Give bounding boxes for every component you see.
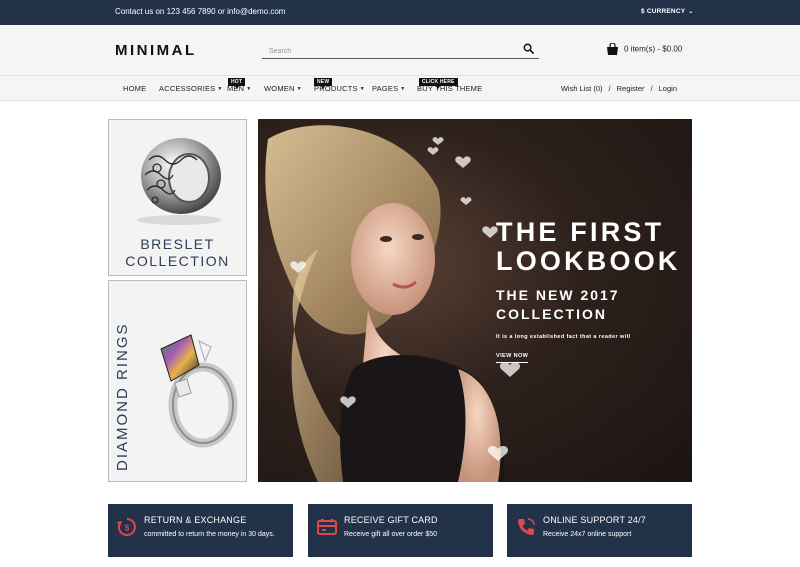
nav-item-label: WOMEN — [264, 84, 295, 93]
hot-badge: HOT — [228, 78, 246, 89]
feature-description: committed to return the money in 30 days… — [144, 531, 275, 538]
main-nav: HOME ACCESSORIES▼ HOT MEN▼ WOMEN▼ NEW PR… — [0, 75, 800, 101]
feature-title: RECEIVE GIFT CARD — [344, 515, 438, 525]
nav-item-home[interactable]: HOME — [123, 84, 146, 93]
currency-label: $ CURRENCY — [641, 8, 686, 15]
contact-info: Contact us on 123 456 7890 or info@demo.… — [115, 7, 286, 16]
nav-item-label: ACCESSORIES — [159, 84, 216, 93]
banner-sub-line2: COLLECTION — [496, 306, 607, 322]
nav-item-pages[interactable]: PAGES ▼ — [372, 84, 405, 93]
feature-title: ONLINE SUPPORT 24/7 — [543, 515, 647, 525]
login-link[interactable]: Login — [659, 84, 677, 93]
caret-down-icon: ▼ — [359, 86, 365, 93]
caret-down-icon: ▼ — [296, 86, 302, 93]
register-link[interactable]: Register — [617, 84, 645, 93]
phone-icon — [518, 518, 535, 535]
nav-item-label: HOME — [123, 84, 147, 93]
nav-item-products[interactable]: NEW PRODUCTS ▼ — [314, 78, 365, 93]
search-icon[interactable] — [523, 43, 534, 54]
return-icon: $ — [117, 518, 136, 536]
top-bar: Contact us on 123 456 7890 or info@demo.… — [0, 0, 800, 25]
separator: / — [650, 84, 653, 93]
cart-summary: 0 item(s) - $0.00 — [624, 44, 683, 54]
hero-banner[interactable]: THE FIRST LOOKBOOK THE NEW 2017 COLLECTI… — [258, 119, 692, 482]
bracelet-ring-image — [137, 138, 221, 225]
search-box — [262, 40, 539, 61]
banner-sub-line1: THE NEW 2017 — [496, 287, 620, 303]
bracelet-collection-card[interactable]: BRESLET COLLECTION — [108, 119, 247, 276]
cart-button[interactable]: 0 item(s) - $0.00 — [606, 43, 682, 55]
bracelet-title-line2: COLLECTION — [125, 253, 230, 269]
search-input[interactable] — [262, 42, 502, 61]
currency-dropdown[interactable]: $ CURRENCY ⌄ — [641, 8, 694, 15]
nav-item-accessories[interactable]: ACCESSORIES ▼ — [159, 84, 223, 93]
model-image — [265, 125, 521, 482]
caret-down-icon: ▼ — [246, 86, 252, 93]
account-links: Wish List (0) / Register / Login — [561, 84, 677, 93]
bracelet-title-line1: BRESLET — [140, 236, 215, 252]
diamond-rings-card[interactable]: DIAMOND RINGS — [108, 280, 247, 482]
separator: / — [608, 84, 611, 93]
banner-subheadline: THE NEW 2017 COLLECTION — [496, 286, 620, 324]
gift-card-icon — [317, 518, 337, 535]
banner-description: It is a long established fact that a rea… — [496, 334, 631, 340]
diamond-ring-image — [160, 334, 238, 448]
new-badge: NEW — [314, 78, 333, 89]
nav-item-women[interactable]: WOMEN ▼ — [264, 84, 302, 93]
bracelet-collection-title: BRESLET COLLECTION — [109, 236, 246, 270]
feature-online-support[interactable]: ONLINE SUPPORT 24/7 Receive 24x7 online … — [507, 504, 692, 557]
header: MINIMAL 0 item(s) - $0.00 — [0, 25, 800, 75]
feature-title: RETURN & EXCHANGE — [144, 515, 247, 525]
banner-headline: THE FIRST LOOKBOOK — [496, 218, 681, 276]
nav-item-men[interactable]: HOT MEN▼ — [227, 78, 252, 93]
feature-return-exchange[interactable]: $ RETURN & EXCHANGE committed to return … — [108, 504, 293, 557]
view-now-button[interactable]: VIEW NOW — [496, 353, 529, 363]
click-here-badge: CLICK HERE — [419, 78, 458, 89]
caret-down-icon: ▼ — [217, 86, 223, 93]
caret-down-icon: ▼ — [400, 86, 406, 93]
svg-text:$: $ — [125, 524, 130, 533]
banner-headline-line1: THE FIRST — [496, 217, 665, 247]
chevron-down-icon: ⌄ — [688, 9, 694, 15]
feature-description: Receive 24x7 online support — [543, 531, 632, 538]
banner-headline-line2: LOOKBOOK — [496, 246, 681, 276]
site-logo[interactable]: MINIMAL — [115, 42, 197, 59]
nav-item-label: PAGES — [372, 84, 399, 93]
feature-gift-card[interactable]: RECEIVE GIFT CARD Receive gift all over … — [308, 504, 493, 557]
nav-item-buy-theme[interactable]: CLICK HERE BUY THIS THEME — [417, 78, 482, 93]
wishlist-link[interactable]: Wish List (0) — [561, 84, 603, 93]
diamond-rings-title: DIAMOND RINGS — [114, 322, 131, 471]
feature-description: Receive gift all over order $50 — [344, 531, 437, 538]
shopping-bag-icon — [607, 43, 618, 55]
